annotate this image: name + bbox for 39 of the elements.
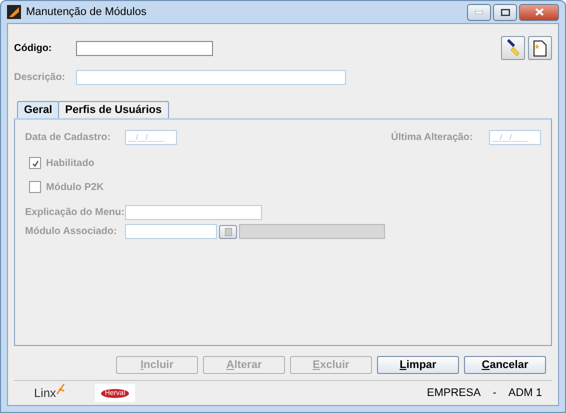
window-title: Manutenção de Módulos [26,6,146,18]
explicacao-field[interactable] [125,205,262,220]
checkbox-label: Habilitado [46,158,94,168]
codigo-field[interactable] [76,40,213,56]
action-button[interactable]: Limpar [377,356,459,374]
search-button[interactable] [501,36,525,60]
app-icon [7,5,21,19]
field-label: Código: [14,42,53,54]
checkbox[interactable] [29,157,41,169]
descricao-field[interactable] [76,70,346,85]
field-label: Explicação do Menu: [25,207,125,218]
list-icon [224,228,232,236]
checkbox[interactable] [29,181,41,193]
check-icon [32,160,38,166]
user-label: ADM 1 [508,387,542,399]
lookup-button[interactable] [219,224,237,238]
maximize-button[interactable] [493,4,517,20]
close-icon [534,8,544,16]
tab[interactable]: Perfis de Usuários [58,101,169,118]
flashlight-icon [505,39,521,57]
new-document-button[interactable] [528,36,552,60]
modulo-field[interactable] [125,224,217,239]
field-label: Descrição: [14,72,66,83]
close-button[interactable] [519,4,559,20]
logo: Linx [34,386,56,400]
field-label: Módulo Associado: [25,226,118,237]
maximize-icon [500,8,510,16]
minimize-button[interactable] [467,4,491,20]
date-field[interactable]: __/__/____ [489,130,541,145]
action-button[interactable]: Cancelar [464,356,546,374]
tab[interactable]: Geral [17,101,60,118]
separator-text: - [492,387,496,399]
minimize-icon [475,10,483,14]
checkbox-label: Módulo P2K [46,182,104,192]
field-label: Data de Cadastro: [25,132,112,143]
company-label: EMPRESA [426,387,481,399]
field-label: Última Alteração: [391,132,474,143]
new-document-icon [533,40,547,56]
date-field[interactable]: __/__/____ [125,130,177,145]
